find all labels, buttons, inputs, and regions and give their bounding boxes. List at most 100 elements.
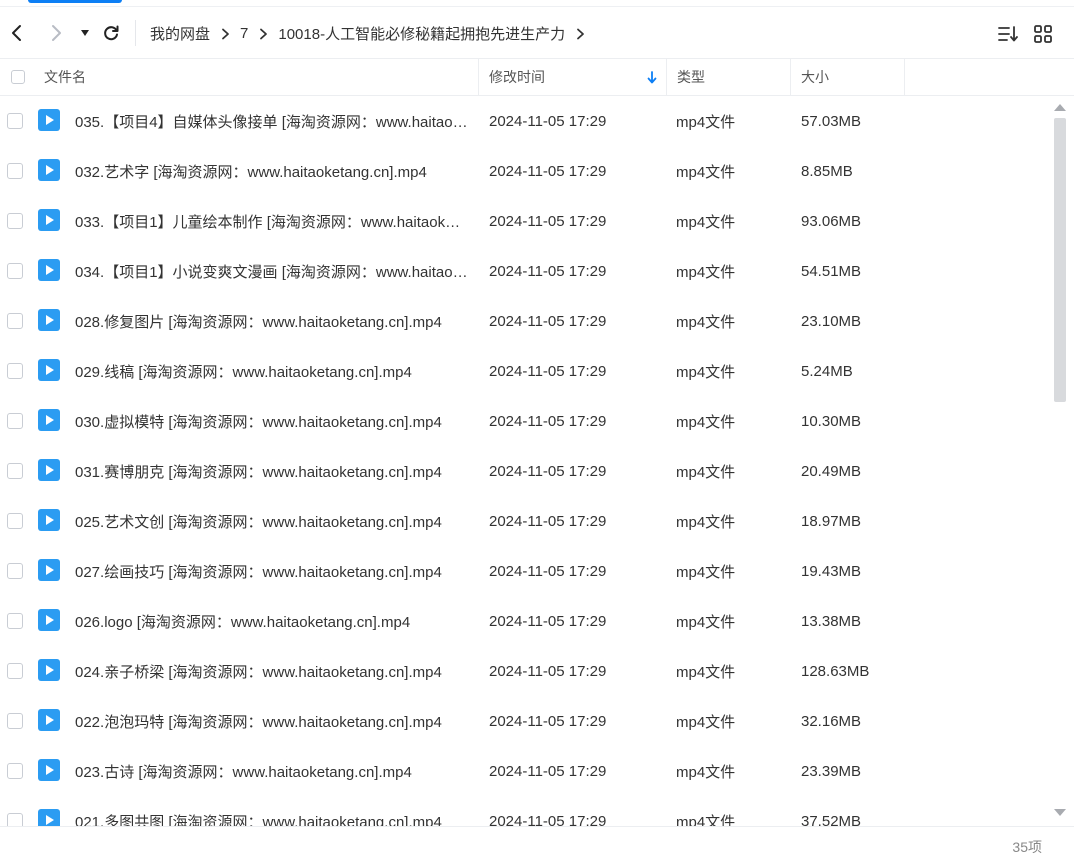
file-type: mp4文件 [676,113,736,131]
file-modified: 2024-11-05 17:29 [489,712,607,730]
grid-view-button[interactable] [1033,24,1055,44]
table-row[interactable]: 022.泡泡玛特 [海淘资源网：www.haitaoketang.cn].mp4… [0,696,1050,746]
row-checkbox[interactable] [7,663,23,679]
table-row[interactable]: 023.古诗 [海淘资源网：www.haitaoketang.cn].mp4 2… [0,746,1050,796]
file-name[interactable]: 033.【项目1】儿童绘本制作 [海淘资源网：www.haitaoketang.… [75,196,468,246]
file-name[interactable]: 025.艺术文创 [海淘资源网：www.haitaoketang.cn].mp4 [75,496,468,546]
table-row[interactable]: 024.亲子桥梁 [海淘资源网：www.haitaoketang.cn].mp4… [0,646,1050,696]
table-row[interactable]: 034.【项目1】小说变爽文漫画 [海淘资源网：www.haitaoketang… [0,246,1050,296]
file-type: mp4文件 [676,563,736,581]
column-divider [904,59,905,95]
file-list: 035.【项目4】自媒体头像接单 [海淘资源网：www.haitaoketang… [0,96,1050,826]
history-dropdown-button[interactable] [74,22,96,44]
file-name[interactable]: 035.【项目4】自媒体头像接单 [海淘资源网：www.haitaoketang… [75,96,468,146]
column-divider [790,59,791,95]
sort-desc-icon[interactable] [647,59,657,95]
table-row[interactable]: 030.虚拟模特 [海淘资源网：www.haitaoketang.cn].mp4… [0,396,1050,446]
file-type: mp4文件 [676,413,736,431]
row-checkbox[interactable] [7,113,23,129]
video-file-icon [38,409,60,431]
breadcrumb-item-current[interactable]: 10018-人工智能必修秘籍起拥抱先进生产力 [278,23,565,44]
row-checkbox[interactable] [7,613,23,629]
file-name[interactable]: 031.赛博朋克 [海淘资源网：www.haitaoketang.cn].mp4 [75,446,468,496]
table-header: 文件名 修改时间 类型 大小 [0,59,1074,96]
row-checkbox[interactable] [7,513,23,529]
file-name[interactable]: 024.亲子桥梁 [海淘资源网：www.haitaoketang.cn].mp4 [75,646,468,696]
file-name[interactable]: 023.古诗 [海淘资源网：www.haitaoketang.cn].mp4 [75,746,468,796]
row-checkbox[interactable] [7,363,23,379]
file-size: 19.43MB [801,562,862,580]
scroll-down-arrow-icon[interactable] [1053,808,1067,818]
file-type: mp4文件 [676,463,736,481]
table-row[interactable]: 025.艺术文创 [海淘资源网：www.haitaoketang.cn].mp4… [0,496,1050,546]
table-row[interactable]: 028.修复图片 [海淘资源网：www.haitaoketang.cn].mp4… [0,296,1050,346]
chevron-right-icon[interactable] [576,28,585,40]
row-checkbox[interactable] [7,713,23,729]
vertical-scrollbar[interactable] [1052,96,1068,826]
file-type: mp4文件 [676,263,736,281]
row-checkbox[interactable] [7,213,23,229]
file-size: 10.30MB [801,412,862,430]
file-size: 13.38MB [801,612,862,630]
row-checkbox[interactable] [7,313,23,329]
row-checkbox[interactable] [7,163,23,179]
row-checkbox[interactable] [7,563,23,579]
table-row[interactable]: 027.绘画技巧 [海淘资源网：www.haitaoketang.cn].mp4… [0,546,1050,596]
breadcrumb-item-folder[interactable]: 7 [240,25,248,42]
file-size: 93.06MB [801,212,862,230]
sort-button[interactable] [997,24,1019,44]
file-name[interactable]: 021.多图共图 [海淘资源网：www.haitaoketang.cn].mp4 [75,796,468,827]
table-row[interactable]: 035.【项目4】自媒体头像接单 [海淘资源网：www.haitaoketang… [0,96,1050,146]
table-row[interactable]: 021.多图共图 [海淘资源网：www.haitaoketang.cn].mp4… [0,796,1050,826]
file-type: mp4文件 [676,363,736,381]
column-header-name[interactable]: 文件名 [44,59,86,95]
forward-button[interactable] [45,22,67,44]
divider [0,6,1074,7]
video-file-icon [38,559,60,581]
file-name[interactable]: 029.线稿 [海淘资源网：www.haitaoketang.cn].mp4 [75,346,468,396]
file-modified: 2024-11-05 17:29 [489,612,607,630]
table-row[interactable]: 029.线稿 [海淘资源网：www.haitaoketang.cn].mp4 2… [0,346,1050,396]
file-name[interactable]: 030.虚拟模特 [海淘资源网：www.haitaoketang.cn].mp4 [75,396,468,446]
scroll-up-arrow-icon[interactable] [1053,102,1067,112]
table-row[interactable]: 026.logo [海淘资源网：www.haitaoketang.cn].mp4… [0,596,1050,646]
table-row[interactable]: 033.【项目1】儿童绘本制作 [海淘资源网：www.haitaoketang.… [0,196,1050,246]
row-checkbox[interactable] [7,813,23,826]
file-modified: 2024-11-05 17:29 [489,762,607,780]
refresh-button[interactable] [100,22,122,44]
file-modified: 2024-11-05 17:29 [489,362,607,380]
file-type: mp4文件 [676,663,736,681]
back-button[interactable] [6,22,28,44]
file-name[interactable]: 026.logo [海淘资源网：www.haitaoketang.cn].mp4 [75,596,468,646]
file-name[interactable]: 034.【项目1】小说变爽文漫画 [海淘资源网：www.haitaoketang… [75,246,468,296]
scrollbar-thumb[interactable] [1054,118,1066,402]
row-checkbox[interactable] [7,763,23,779]
table-row[interactable]: 032.艺术字 [海淘资源网：www.haitaoketang.cn].mp4 … [0,146,1050,196]
select-all-checkbox[interactable] [11,70,25,84]
file-name[interactable]: 022.泡泡玛特 [海淘资源网：www.haitaoketang.cn].mp4 [75,696,468,746]
file-name[interactable]: 032.艺术字 [海淘资源网：www.haitaoketang.cn].mp4 [75,146,468,196]
chevron-right-icon [52,25,61,41]
video-file-icon [38,759,60,781]
active-tab-indicator [28,0,122,3]
row-checkbox[interactable] [7,463,23,479]
row-checkbox[interactable] [7,263,23,279]
file-type: mp4文件 [676,713,736,731]
file-modified: 2024-11-05 17:29 [489,212,607,230]
video-file-icon [38,359,60,381]
file-name[interactable]: 027.绘画技巧 [海淘资源网：www.haitaoketang.cn].mp4 [75,546,468,596]
row-checkbox[interactable] [7,413,23,429]
file-type: mp4文件 [676,513,736,531]
column-header-size[interactable]: 大小 [801,59,829,95]
table-row[interactable]: 031.赛博朋克 [海淘资源网：www.haitaoketang.cn].mp4… [0,446,1050,496]
file-size: 8.85MB [801,162,853,180]
column-header-type[interactable]: 类型 [677,59,705,95]
video-file-icon [38,159,60,181]
breadcrumb-item-root[interactable]: 我的网盘 [150,23,210,44]
file-name[interactable]: 028.修复图片 [海淘资源网：www.haitaoketang.cn].mp4 [75,296,468,346]
column-header-modified[interactable]: 修改时间 [489,59,545,95]
file-type: mp4文件 [676,763,736,781]
file-size: 32.16MB [801,712,862,730]
file-type: mp4文件 [676,163,736,181]
column-divider [666,59,667,95]
